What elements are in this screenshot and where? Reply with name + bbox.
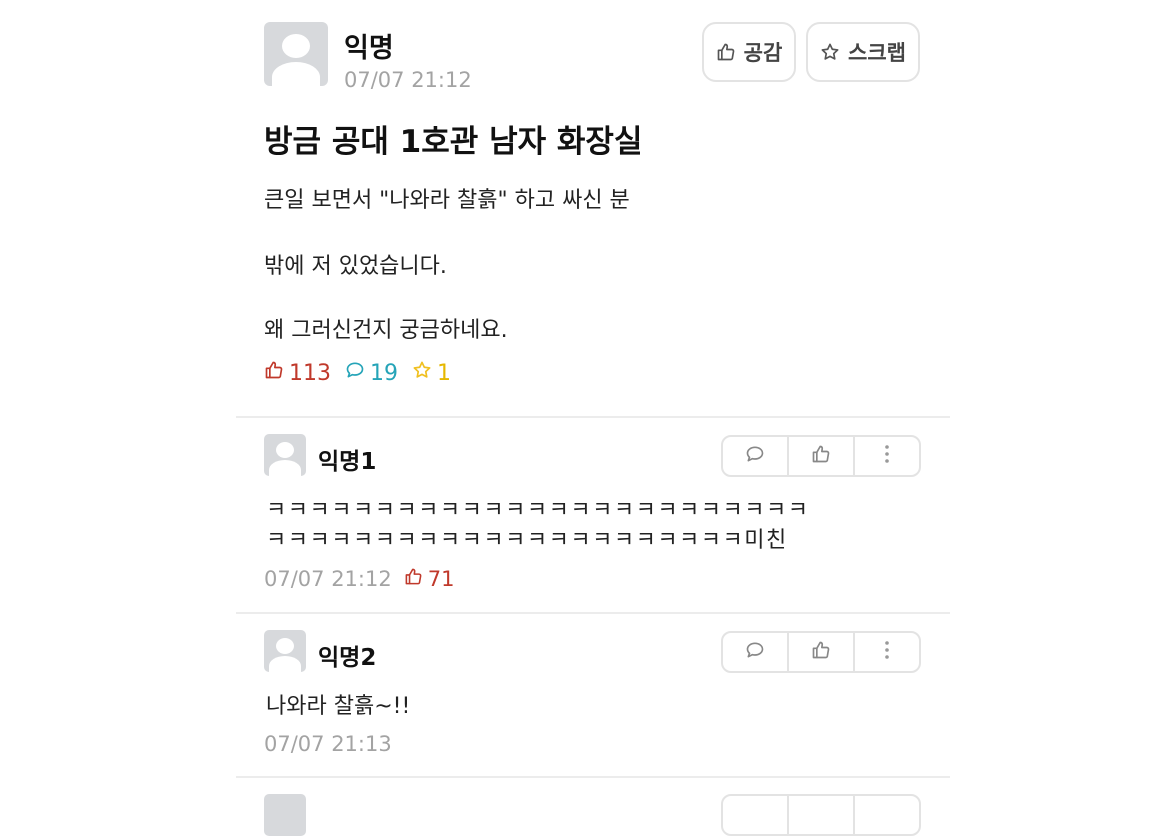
thumbs-up-icon <box>716 42 736 62</box>
scrap-count-stat: 1 <box>412 360 451 386</box>
avatar <box>264 630 306 672</box>
comment-meta: 07/07 21:12 71 <box>264 567 468 591</box>
scrap-count: 1 <box>437 360 451 386</box>
comment-count-stat: 19 <box>345 360 398 386</box>
star-icon <box>820 42 840 62</box>
post-body-line: 밖에 저 있었습니다. <box>264 254 447 279</box>
comment-actions <box>721 631 921 673</box>
vertical-ellipsis-icon <box>884 444 890 468</box>
comment-text-line: ㅋㅋㅋㅋㅋㅋㅋㅋㅋㅋㅋㅋㅋㅋㅋㅋㅋㅋㅋㅋㅋㅋㅋㅋㅋ <box>266 498 810 523</box>
post-author: 익명 <box>344 33 394 64</box>
comment-time: 07/07 21:13 <box>264 732 392 756</box>
divider <box>236 612 950 614</box>
comment-like-button[interactable] <box>787 633 853 671</box>
comment-text-line: 나와라 찰흙~!! <box>266 694 411 719</box>
speech-bubble-icon <box>745 640 765 664</box>
avatar <box>264 22 328 86</box>
avatar <box>264 794 306 836</box>
comment-actions <box>721 435 921 477</box>
more-button[interactable] <box>853 796 919 834</box>
thumbs-up-icon <box>264 360 284 386</box>
scrap-button[interactable]: 스크랩 <box>806 22 920 82</box>
comment-count: 19 <box>370 360 398 386</box>
speech-bubble-icon <box>345 360 365 386</box>
comment-time: 07/07 21:12 <box>264 567 392 591</box>
post-body-line: 왜 그러신건지 궁금하네요. <box>264 318 508 343</box>
comment-like-button[interactable] <box>787 796 853 834</box>
post-time: 07/07 21:12 <box>344 68 472 92</box>
comment-like-stat: 71 <box>404 567 455 591</box>
speech-bubble-icon <box>745 444 765 468</box>
post-stats: 113 19 1 <box>264 360 465 386</box>
like-count: 113 <box>289 360 331 386</box>
comment-actions <box>721 794 921 836</box>
post-title: 방금 공대 1호관 남자 화장실 <box>264 124 643 160</box>
like-count-stat: 113 <box>264 360 331 386</box>
more-button[interactable] <box>853 437 919 475</box>
comment-author: 익명1 <box>318 449 377 475</box>
reply-button[interactable] <box>723 633 787 671</box>
more-button[interactable] <box>853 633 919 671</box>
comment-like-button[interactable] <box>787 437 853 475</box>
scrap-button-label: 스크랩 <box>848 41 906 65</box>
thumbs-up-icon <box>404 567 423 591</box>
comment-like-count: 71 <box>427 567 455 591</box>
reply-button[interactable] <box>723 796 787 834</box>
like-button-label: 공감 <box>743 41 783 65</box>
like-button[interactable]: 공감 <box>702 22 796 82</box>
comment-text-line: ㅋㅋㅋㅋㅋㅋㅋㅋㅋㅋㅋㅋㅋㅋㅋㅋㅋㅋㅋㅋㅋㅋ미친 <box>266 528 788 553</box>
star-icon <box>412 360 432 386</box>
comment-author: 익명2 <box>318 645 377 671</box>
reply-button[interactable] <box>723 437 787 475</box>
post-body-line: 큰일 보면서 "나와라 찰흙" 하고 싸신 분 <box>264 188 630 213</box>
divider <box>236 776 950 778</box>
thumbs-up-icon <box>811 444 831 468</box>
avatar <box>264 434 306 476</box>
thumbs-up-icon <box>811 640 831 664</box>
vertical-ellipsis-icon <box>884 640 890 664</box>
divider <box>236 416 950 418</box>
